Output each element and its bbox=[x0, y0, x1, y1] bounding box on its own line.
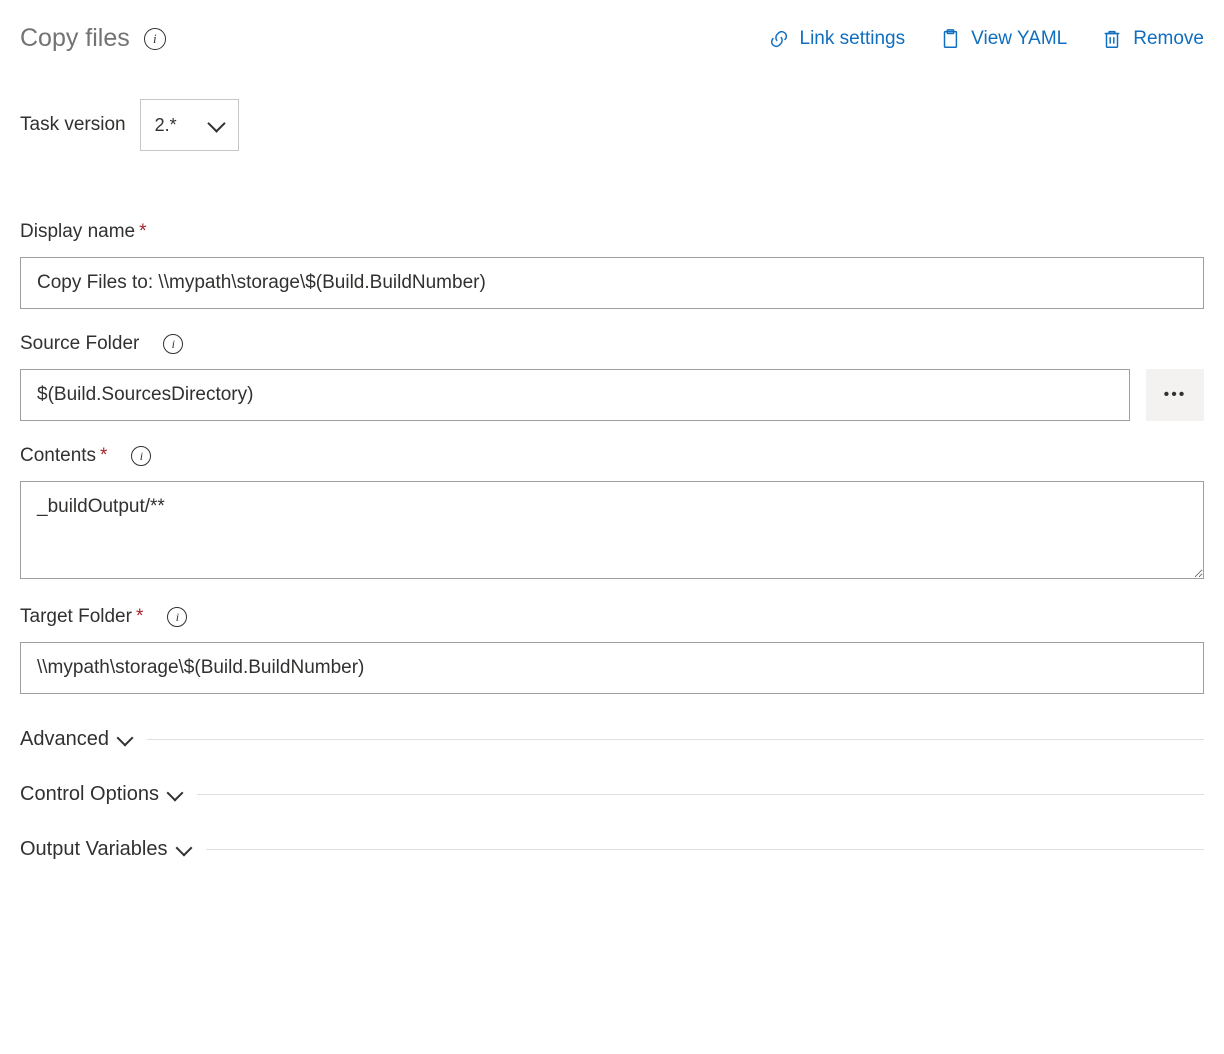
ellipsis-icon: ••• bbox=[1164, 386, 1187, 404]
clipboard-icon bbox=[939, 27, 961, 51]
display-name-label-row: Display name* bbox=[20, 221, 1204, 243]
section-output-variables-label: Output Variables bbox=[20, 838, 168, 861]
contents-label-row: Contents* i bbox=[20, 445, 1204, 467]
info-icon[interactable]: i bbox=[144, 28, 166, 50]
display-name-label: Display name* bbox=[20, 221, 147, 243]
remove-button[interactable]: Remove bbox=[1101, 27, 1204, 51]
link-settings-label: Link settings bbox=[800, 28, 906, 50]
target-folder-label-row: Target Folder* i bbox=[20, 606, 1204, 628]
source-folder-input[interactable] bbox=[20, 369, 1130, 421]
trash-icon bbox=[1101, 27, 1123, 51]
contents-label: Contents* bbox=[20, 445, 107, 467]
task-version-select[interactable]: 2.* bbox=[140, 99, 239, 151]
divider-line bbox=[197, 794, 1204, 795]
source-folder-label-row: Source Folder i bbox=[20, 333, 1204, 355]
browse-button[interactable]: ••• bbox=[1146, 369, 1204, 421]
target-folder-label: Target Folder* bbox=[20, 606, 143, 628]
contents-input[interactable] bbox=[20, 481, 1204, 579]
header-actions: Link settings View YAML Remove bbox=[768, 27, 1204, 51]
contents-field: Contents* i bbox=[20, 445, 1204, 582]
link-icon bbox=[768, 28, 790, 50]
chevron-down-icon bbox=[175, 839, 192, 856]
page-title: Copy files bbox=[20, 24, 130, 53]
section-advanced[interactable]: Advanced bbox=[20, 728, 1204, 751]
task-version-row: Task version 2.* bbox=[20, 99, 1204, 151]
source-folder-label: Source Folder bbox=[20, 333, 139, 355]
task-version-label: Task version bbox=[20, 114, 126, 136]
chevron-down-icon bbox=[116, 729, 133, 746]
section-output-variables[interactable]: Output Variables bbox=[20, 838, 1204, 861]
header-left: Copy files i bbox=[20, 24, 166, 53]
section-control-options[interactable]: Control Options bbox=[20, 783, 1204, 806]
source-folder-input-row: ••• bbox=[20, 369, 1204, 421]
display-name-field: Display name* bbox=[20, 221, 1204, 309]
target-folder-field: Target Folder* i bbox=[20, 606, 1204, 694]
divider-line bbox=[147, 739, 1204, 740]
display-name-input[interactable] bbox=[20, 257, 1204, 309]
source-folder-field: Source Folder i ••• bbox=[20, 333, 1204, 421]
info-icon[interactable]: i bbox=[163, 334, 183, 354]
section-advanced-label: Advanced bbox=[20, 728, 109, 751]
view-yaml-label: View YAML bbox=[971, 28, 1067, 50]
info-icon[interactable]: i bbox=[131, 446, 151, 466]
section-control-options-label: Control Options bbox=[20, 783, 159, 806]
target-folder-input[interactable] bbox=[20, 642, 1204, 694]
view-yaml-button[interactable]: View YAML bbox=[939, 27, 1067, 51]
divider-line bbox=[206, 849, 1205, 850]
sections: Advanced Control Options Output Variable… bbox=[20, 728, 1204, 861]
header: Copy files i Link settings View YAML bbox=[20, 24, 1204, 53]
link-settings-button[interactable]: Link settings bbox=[768, 28, 906, 50]
remove-label: Remove bbox=[1133, 28, 1204, 50]
task-version-select-wrap: 2.* bbox=[140, 99, 239, 151]
chevron-down-icon bbox=[166, 784, 183, 801]
info-icon[interactable]: i bbox=[167, 607, 187, 627]
